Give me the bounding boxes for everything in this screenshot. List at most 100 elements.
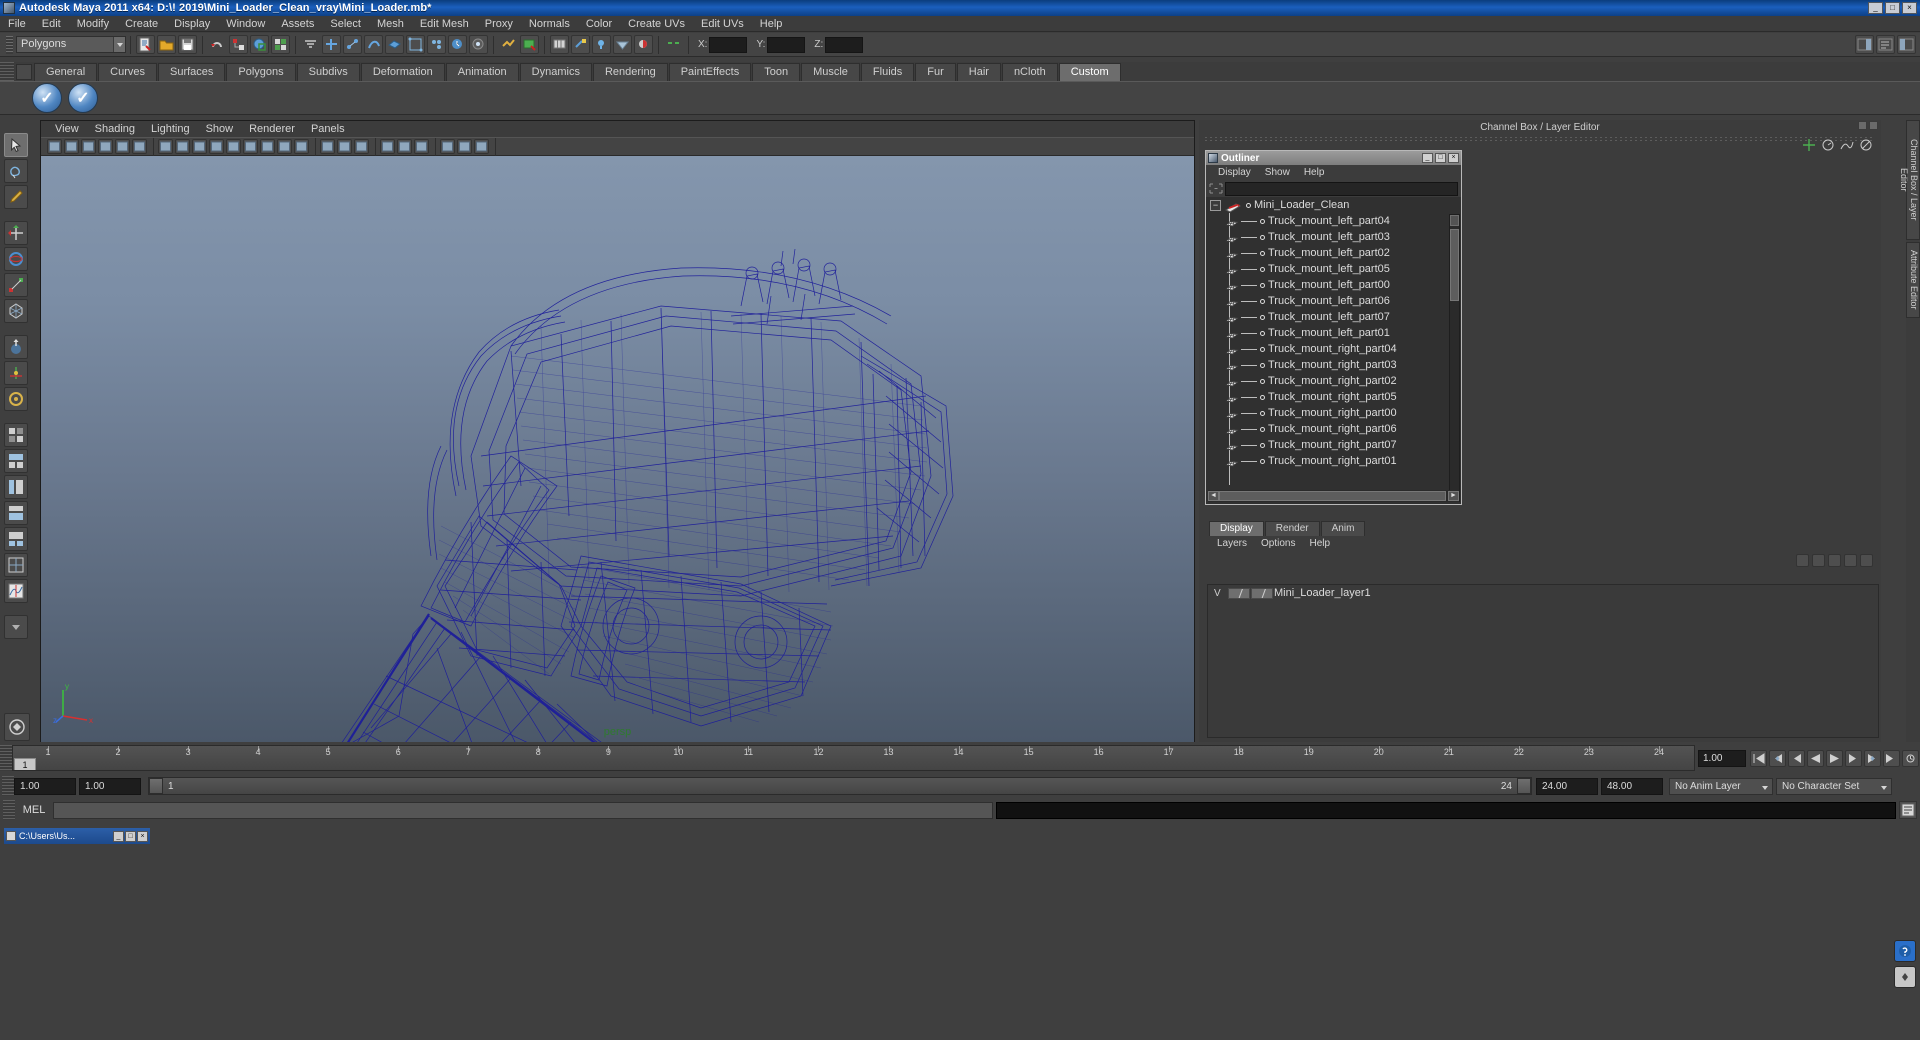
script-editor-icon[interactable] [1899,801,1917,819]
outliner-menu-display[interactable]: Display [1211,167,1258,178]
outliner-item-row[interactable]: Truck_mount_left_part05 [1206,261,1461,277]
menu-item-display[interactable]: Display [166,16,218,32]
use-all-lights-icon[interactable] [397,139,412,154]
save-scene-icon[interactable] [178,35,197,54]
shelf-tab-rendering[interactable]: Rendering [592,63,668,81]
layout-persp-outliner-icon[interactable] [4,475,28,499]
layer-editor-tab-display[interactable]: Display [1209,521,1264,536]
layout-dropdown[interactable] [4,615,28,639]
vray-check-icon-1[interactable]: ✓ [32,83,62,113]
rotate-tool[interactable] [4,247,28,271]
lasso-tool[interactable] [4,159,28,183]
soft-modification-tool[interactable] [4,335,28,359]
viewport-menu-view[interactable]: View [47,121,87,137]
outliner-minimize-button[interactable]: _ [1422,153,1433,163]
layer-editor-tab-render[interactable]: Render [1264,521,1320,536]
wireframe-shading-icon[interactable] [158,139,173,154]
expand-collapse-icon[interactable]: − [1210,199,1221,211]
viewport-menu-shading[interactable]: Shading [87,121,143,137]
y-coordinate-field[interactable] [767,36,806,53]
taskbar-minimize-button[interactable]: _ [113,830,124,842]
history-icon[interactable] [448,35,467,54]
outliner-item-row[interactable]: Truck_mount_right_part07 [1206,437,1461,453]
filter-icon[interactable] [301,35,320,54]
taskbar-close-button[interactable]: × [137,830,148,842]
shelf-tab-ncloth[interactable]: nCloth [1001,63,1058,81]
snap-to-point-icon[interactable] [364,35,383,54]
viewport-canvas[interactable]: y x z persp [41,156,1194,742]
play-backwards-button[interactable] [1807,749,1824,767]
menu-item-assets[interactable]: Assets [273,16,322,32]
help-floating-button[interactable] [1894,940,1916,962]
manipulator-icon[interactable] [1802,138,1816,152]
shelf-tab-hair[interactable]: Hair [956,63,1001,81]
outliner-vertical-scrollbar[interactable] [1449,214,1460,502]
menu-item-file[interactable]: File [0,16,34,32]
anim-layer-dropdown[interactable]: No Anim Layer [1669,777,1773,795]
character-set-dropdown[interactable]: No Character Set [1776,777,1892,795]
shelf-tab-toon[interactable]: Toon [752,63,801,81]
scroll-floating-button[interactable] [1894,966,1916,988]
range-start-handle[interactable] [149,778,163,794]
paint-selection-tool[interactable] [4,185,28,209]
layer-list[interactable]: V Mini_Loader_layer1 [1207,584,1879,738]
snap-to-view-plane-icon[interactable] [385,35,404,54]
hypershade-icon[interactable] [550,35,569,54]
menu-item-proxy[interactable]: Proxy [477,16,521,32]
scale-tool[interactable] [4,273,28,297]
maximize-button[interactable]: □ [1885,2,1900,14]
text-icon[interactable] [294,139,309,154]
undo-icon[interactable] [208,35,227,54]
shelf-tab-dynamics[interactable]: Dynamics [519,63,592,81]
menu-item-edit-uvs[interactable]: Edit UVs [693,16,752,32]
outliner-hscroll-thumb[interactable] [1219,491,1446,501]
isolate-select-icon[interactable] [320,139,335,154]
motion-blur-icon[interactable] [457,139,472,154]
outliner-menu-show[interactable]: Show [1258,167,1297,178]
anim-end-time-field[interactable]: 48.00 [1601,777,1663,795]
scroll-right-arrow[interactable]: ► [1448,491,1459,501]
outliner-tree[interactable]: − Mini_Loader_Clean Truck_mount_left_part0… [1206,197,1461,487]
outliner-item-row[interactable]: Truck_mount_left_part07 [1206,309,1461,325]
outliner-item-row[interactable]: Truck_mount_left_part06 [1206,293,1461,309]
selection-mode-dropdown[interactable]: Polygons [16,36,126,53]
multisample-icon[interactable] [474,139,489,154]
shaded-textured-icon[interactable] [209,139,224,154]
layout-outliner-persp-icon[interactable] [4,527,28,551]
flat-shading-icon[interactable] [192,139,207,154]
go-to-start-button[interactable] [1750,749,1767,767]
range-slider-gripper[interactable] [2,776,14,796]
chevron-down-icon[interactable] [113,37,125,52]
select-tool[interactable] [4,133,28,157]
select-by-object-icon[interactable] [250,35,269,54]
playback-start-time-field[interactable]: 1.00 [79,777,141,795]
select-by-component-icon[interactable] [271,35,290,54]
taskbar-restore-button[interactable]: □ [125,830,136,842]
shelf-tab-deformation[interactable]: Deformation [360,63,445,81]
command-line-gripper[interactable] [3,800,15,820]
show-attribute-editor-icon[interactable] [1876,35,1895,54]
outliner-item-row[interactable]: Truck_mount_right_part02 [1206,373,1461,389]
layer-visibility-toggle[interactable]: V [1214,588,1228,599]
light-icon[interactable] [592,35,611,54]
step-forward-button[interactable] [1845,749,1862,767]
camera-attributes-icon[interactable] [81,139,96,154]
snap-to-curve-icon[interactable] [343,35,362,54]
step-forward-key-button[interactable] [1864,749,1881,767]
render-globals-icon[interactable] [469,35,488,54]
smooth-shading-icon[interactable] [175,139,190,154]
menu-item-modify[interactable]: Modify [69,16,117,32]
wireframe-on-shaded-icon[interactable] [243,139,258,154]
toolbar-gripper[interactable] [6,35,13,54]
menu-item-window[interactable]: Window [218,16,273,32]
shelf-tab-subdivs[interactable]: Subdivs [296,63,360,81]
scroll-left-arrow[interactable]: ◄ [1208,491,1219,501]
layer-menu-help[interactable]: Help [1302,538,1337,549]
open-scene-icon[interactable] [157,35,176,54]
menu-item-edit[interactable]: Edit [34,16,69,32]
render-current-frame-icon[interactable] [520,35,539,54]
layer-menu-options[interactable]: Options [1254,538,1302,549]
two-pane-icon[interactable] [115,139,130,154]
layer-menu-layers[interactable]: Layers [1210,538,1254,549]
script-language-button[interactable]: MEL [15,804,53,816]
